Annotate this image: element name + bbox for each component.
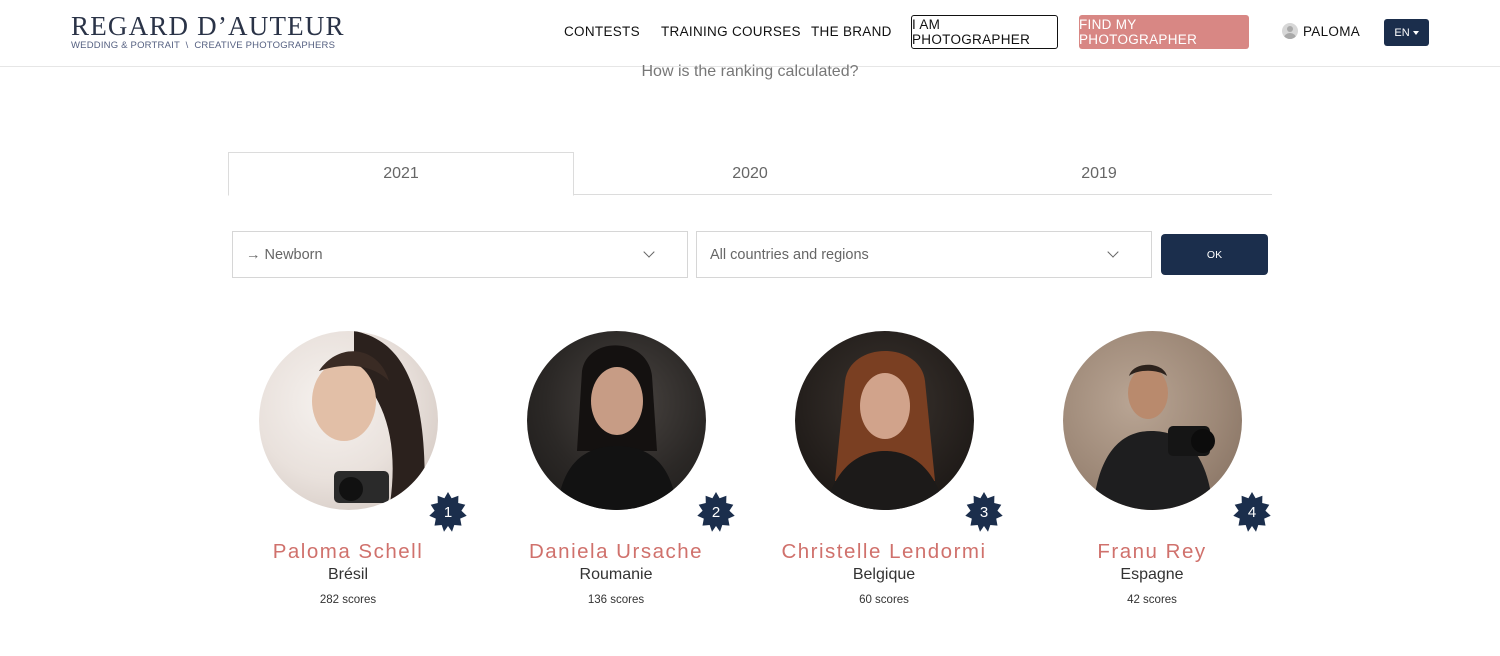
rank-badge: 1 xyxy=(428,492,468,532)
photographer-name[interactable]: Paloma Schell xyxy=(214,540,482,564)
category-select[interactable]: → Newborn xyxy=(232,231,688,278)
photographer-scores: 282 scores xyxy=(319,594,377,606)
category-select-value: → Newborn xyxy=(246,246,323,263)
chevron-down-icon xyxy=(643,246,655,258)
logo-tagline: WEDDING & PORTRAIT \ CREATIVE PHOTOGRAPH… xyxy=(71,40,335,51)
logo-tagline-separator: \ xyxy=(185,40,189,51)
photographer-country: Belgique xyxy=(852,566,916,583)
photographer-country: Espagne xyxy=(1120,566,1184,583)
photographer-photo[interactable] xyxy=(527,331,706,510)
photographer-photo-art xyxy=(312,331,425,510)
user-name: PALOMA xyxy=(1303,23,1361,39)
photographer-country: Roumanie xyxy=(579,566,653,583)
photographer-photo-art xyxy=(1093,364,1215,510)
region-select[interactable]: All countries and regions xyxy=(696,231,1152,278)
site-header: REGARD D’AUTEUR WEDDING & PORTRAIT \ CRE… xyxy=(0,0,1500,67)
year-tabs: 2021 2020 2019 xyxy=(228,152,1272,196)
rank-number: 4 xyxy=(1247,503,1257,521)
rank-number: 1 xyxy=(443,503,453,521)
logo-tagline-right: CREATIVE PHOTOGRAPHERS xyxy=(194,40,336,51)
photographer-name[interactable]: Daniela Ursache xyxy=(482,540,750,564)
ranking-calculation-link[interactable]: How is the ranking calculated? xyxy=(0,63,1500,81)
ok-button[interactable]: OK xyxy=(1161,234,1268,275)
photographer-photo[interactable] xyxy=(259,331,438,510)
photographer-photo[interactable] xyxy=(1063,331,1242,510)
nav-contests[interactable]: CONTESTS xyxy=(564,24,640,39)
tab-2021[interactable]: 2021 xyxy=(228,152,574,196)
language-selector[interactable]: EN xyxy=(1384,19,1429,46)
photographer-name[interactable]: Christelle Lendormi xyxy=(750,540,1018,564)
nav-training-courses[interactable]: TRAINING COURSES xyxy=(661,24,801,39)
nav-the-brand[interactable]: THE BRAND xyxy=(811,24,892,39)
photographer-photo-art xyxy=(825,351,945,510)
language-label: EN xyxy=(1394,26,1410,39)
photographer-name[interactable]: Franu Rey xyxy=(1018,540,1286,564)
rank-badge: 3 xyxy=(964,492,1004,532)
rank-badge: 2 xyxy=(696,492,736,532)
rank-badge: 4 xyxy=(1232,492,1272,532)
user-menu[interactable]: PALOMA xyxy=(1282,23,1360,39)
photographer-scores: 42 scores xyxy=(1127,594,1177,606)
chevron-down-icon xyxy=(1107,246,1119,258)
find-my-photographer-button[interactable]: FIND MY PHOTOGRAPHER xyxy=(1079,15,1249,49)
photographer-scores: 136 scores xyxy=(587,594,645,606)
photographer-country: Brésil xyxy=(327,566,368,583)
photographer-photo[interactable] xyxy=(795,331,974,510)
user-avatar-icon xyxy=(1282,23,1298,39)
rank-number: 3 xyxy=(979,503,989,521)
photographer-photo-art xyxy=(557,345,677,510)
photographer-scores: 60 scores xyxy=(859,594,909,606)
region-select-value: All countries and regions xyxy=(710,246,869,263)
tab-2019[interactable]: 2019 xyxy=(926,152,1272,195)
brand-logo[interactable]: REGARD D’AUTEUR WEDDING & PORTRAIT \ CRE… xyxy=(71,11,345,51)
rank-number: 2 xyxy=(711,503,721,521)
logo-wordmark: REGARD D’AUTEUR xyxy=(71,11,345,41)
caret-down-icon xyxy=(1412,30,1419,35)
tab-2020[interactable]: 2020 xyxy=(574,152,926,195)
i-am-photographer-button[interactable]: I AM PHOTOGRAPHER xyxy=(911,15,1058,49)
logo-tagline-left: WEDDING & PORTRAIT xyxy=(71,40,180,51)
